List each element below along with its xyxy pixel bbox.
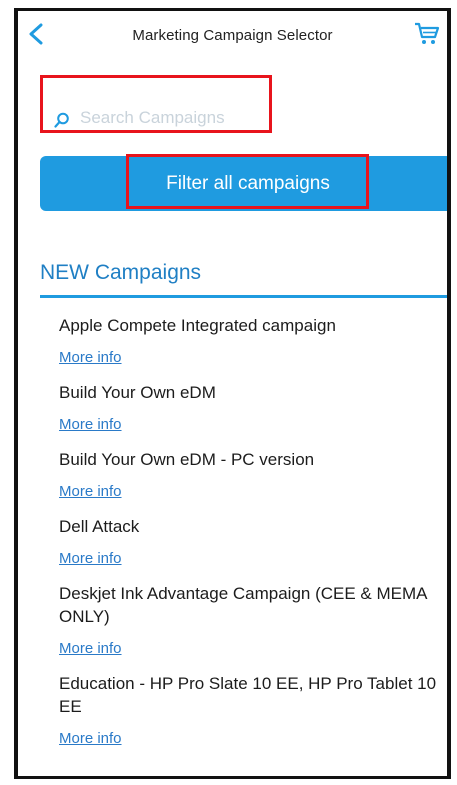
filter-all-campaigns-button[interactable]: Filter all campaigns — [40, 156, 447, 211]
more-info-link[interactable]: More info — [59, 416, 439, 434]
header: Marketing Campaign Selector — [18, 11, 447, 57]
list-item: Apple Compete Integrated campaign More i… — [59, 314, 439, 367]
campaign-title: Education - HP Pro Slate 10 EE, HP Pro T… — [59, 674, 437, 716]
campaign-title: Build Your Own eDM - PC version — [59, 450, 315, 469]
campaign-title: Apple Compete Integrated campaign — [59, 316, 336, 335]
list-item: Build Your Own eDM More info — [59, 381, 439, 434]
app-frame: Marketing Campaign Selector Filter all c… — [14, 8, 451, 779]
more-info-link[interactable]: More info — [59, 349, 439, 367]
cart-icon[interactable] — [413, 21, 441, 47]
list-item: Build Your Own eDM - PC version More inf… — [59, 448, 439, 501]
more-info-link[interactable]: More info — [59, 730, 439, 748]
list-item: Deskjet Ink Advantage Campaign (CEE & ME… — [59, 582, 439, 658]
search-icon — [54, 112, 69, 128]
more-info-link[interactable]: More info — [59, 640, 439, 658]
campaign-title: Build Your Own eDM — [59, 383, 216, 402]
section-divider — [40, 295, 447, 298]
page-title: Marketing Campaign Selector — [132, 27, 333, 44]
campaign-title: Deskjet Ink Advantage Campaign (CEE & ME… — [59, 584, 427, 626]
list-item: Dell Attack More info — [59, 515, 439, 568]
search-input[interactable] — [80, 103, 420, 133]
more-info-link[interactable]: More info — [59, 483, 439, 501]
list-item: Education - HP Pro Slate 10 EE, HP Pro T… — [59, 672, 439, 748]
more-info-link[interactable]: More info — [59, 550, 439, 568]
campaign-list: Apple Compete Integrated campaign More i… — [59, 314, 439, 762]
section-title: NEW Campaigns — [40, 261, 202, 284]
campaign-title: Dell Attack — [59, 517, 140, 536]
